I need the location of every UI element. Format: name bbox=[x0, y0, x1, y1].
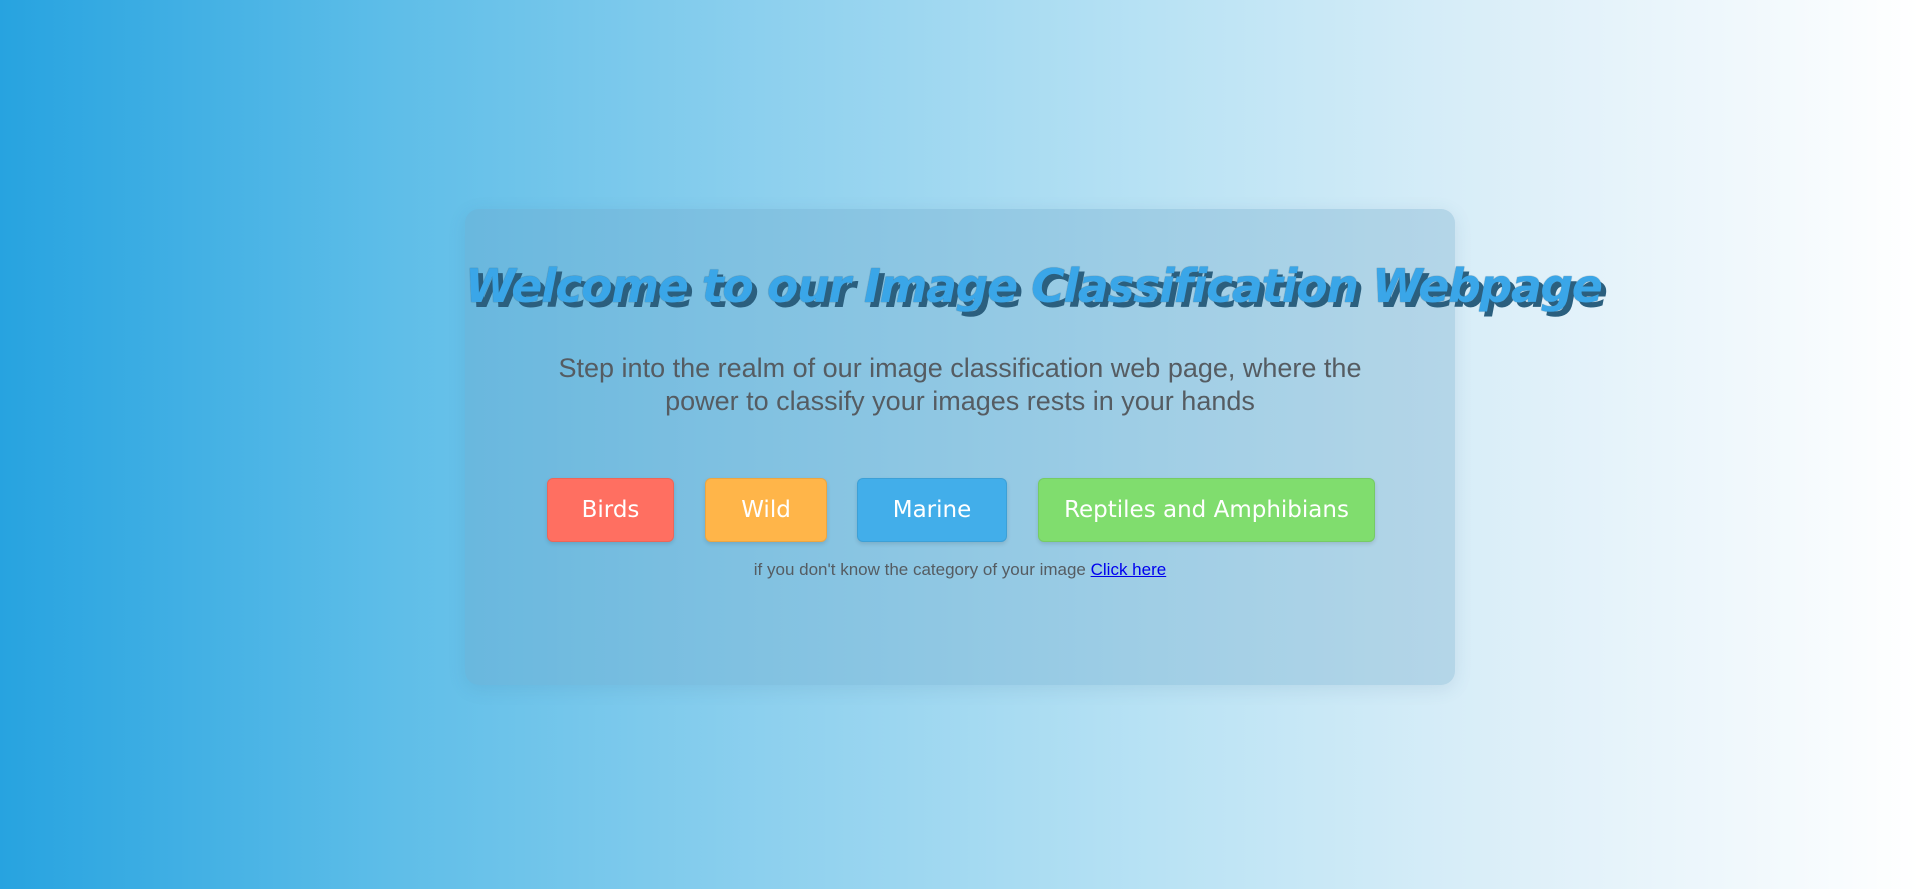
hint-text: if you don't know the category of your i… bbox=[753, 560, 1091, 579]
main-card: Welcome to our Image Classification Webp… bbox=[465, 209, 1603, 685]
subtitle-line-1: Step into the realm of our image classif… bbox=[558, 353, 1362, 383]
wild-button[interactable]: Wild bbox=[705, 478, 827, 542]
reptiles-amphibians-button[interactable]: Reptiles and Amphibians bbox=[1038, 478, 1375, 542]
subtitle-line-2: power to classify your images rests in y… bbox=[665, 386, 1255, 416]
birds-button[interactable]: Birds bbox=[547, 478, 674, 542]
click-here-link[interactable]: Click here bbox=[1091, 560, 1167, 579]
unknown-category-hint: if you don't know the category of your i… bbox=[465, 560, 1455, 580]
page-title: Welcome to our Image Classification Webp… bbox=[465, 259, 1603, 313]
page-subtitle: Step into the realm of our image classif… bbox=[465, 352, 1455, 418]
marine-button[interactable]: Marine bbox=[857, 478, 1007, 542]
category-buttons: Birds Wild Marine Reptiles and Amphibian… bbox=[465, 478, 1455, 544]
